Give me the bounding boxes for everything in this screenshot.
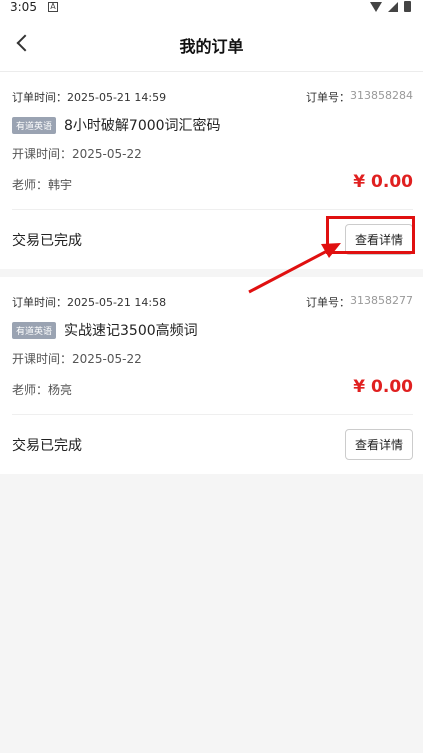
teacher: 老师：韩宇 — [12, 176, 72, 193]
notification-a-icon: A — [48, 2, 58, 12]
order-time-value: 2025-05-21 14:58 — [67, 296, 167, 309]
price: ¥ 0.00 — [353, 377, 413, 397]
start-label: 开课时间： — [12, 352, 73, 366]
view-details-button[interactable]: 查看详情 — [344, 429, 413, 460]
teacher-price-line: 老师：韩宇 ¥ 0.00 — [12, 172, 413, 210]
start-label: 开课时间： — [12, 147, 73, 161]
order-info-row: 订单时间：2025-05-21 14:59 订单号： 313858284 — [12, 72, 413, 108]
page-title: 我的订单 — [179, 37, 244, 56]
course-line: 有道英语 8小时破解7000词汇密码 — [12, 115, 413, 135]
order-time: 订单时间：2025-05-21 14:58 — [12, 294, 166, 313]
course-name: 8小时破解7000词汇密码 — [64, 118, 221, 134]
annotation-arrow-icon — [248, 243, 341, 294]
teacher-label: 老师： — [12, 178, 49, 192]
teacher: 老师：杨亮 — [12, 381, 72, 398]
status-time: 3:05 — [10, 0, 37, 14]
order-status: 交易已完成 — [12, 437, 82, 454]
start-date: 开课时间：2025-05-22 — [12, 350, 413, 367]
order-time-label: 订单时间： — [12, 296, 67, 309]
arrow-head — [321, 243, 341, 258]
system-icons — [370, 1, 411, 12]
course-name: 实战速记3500高频词 — [64, 323, 198, 339]
brand-tag: 有道英语 — [12, 116, 57, 134]
teacher-value: 韩宇 — [48, 178, 73, 192]
order-status: 交易已完成 — [12, 232, 82, 249]
start-value: 2025-05-22 — [72, 352, 142, 366]
arrow-shaft — [248, 248, 330, 294]
teacher-label: 老师： — [12, 383, 49, 397]
wifi-icon — [370, 1, 382, 12]
battery-icon — [404, 1, 411, 12]
order-time-value: 2025-05-21 14:59 — [67, 91, 167, 104]
order-number: 订单号： 313858284 — [306, 89, 413, 108]
order-card: 订单时间：2025-05-21 14:58 订单号： 313858277 有道英语… — [0, 277, 423, 474]
order-no-label: 订单号： — [306, 91, 350, 104]
price: ¥ 0.00 — [353, 172, 413, 192]
nav-header: 我的订单 — [0, 14, 423, 72]
teacher-price-line: 老师：杨亮 ¥ 0.00 — [12, 377, 413, 415]
start-value: 2025-05-22 — [72, 147, 142, 161]
order-time: 订单时间：2025-05-21 14:59 — [12, 89, 166, 108]
order-footer: 交易已完成 查看详情 — [12, 415, 413, 474]
order-no-value: 313858284 — [350, 89, 413, 102]
order-info-row: 订单时间：2025-05-21 14:58 订单号： 313858277 — [12, 277, 413, 313]
order-no-value: 313858277 — [350, 294, 413, 307]
signal-icon — [388, 1, 398, 12]
teacher-value: 杨亮 — [48, 383, 73, 397]
brand-tag: 有道英语 — [12, 321, 57, 339]
start-date: 开课时间：2025-05-22 — [12, 145, 413, 162]
course-line: 有道英语 实战速记3500高频词 — [12, 320, 413, 340]
order-time-label: 订单时间： — [12, 91, 67, 104]
status-bar: 3:05 A — [0, 0, 423, 14]
